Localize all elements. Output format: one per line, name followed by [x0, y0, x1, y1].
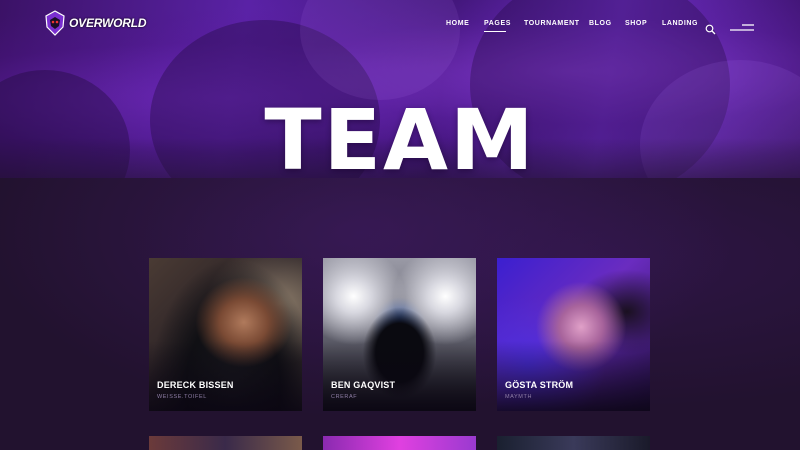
nav-pages[interactable]: PAGES [484, 20, 511, 27]
nav-blog[interactable]: BLOG [589, 20, 612, 27]
member-name: GÖSTA STRÖM [505, 380, 574, 390]
team-member-card-partial[interactable] [497, 436, 650, 450]
team-member-card-partial[interactable] [323, 436, 476, 450]
nav-home[interactable]: HOME [446, 20, 469, 27]
member-nickname: MAYMTH [505, 394, 533, 400]
logo-emblem-icon [44, 10, 66, 36]
logo-text: OVERWORLD [69, 16, 147, 30]
team-member-card-ben-gaqvist[interactable]: BEN GAQVIST CRERAF [323, 258, 476, 411]
nav-active-indicator [484, 31, 506, 32]
member-name: BEN GAQVIST [331, 380, 396, 390]
team-member-card-gosta-strom[interactable]: GÖSTA STRÖM MAYMTH [497, 258, 650, 411]
page-title: TEAM [264, 91, 536, 189]
member-nickname: WEISSE.TOIFEL [157, 394, 207, 400]
search-icon[interactable] [705, 20, 716, 35]
hamburger-menu-icon[interactable] [730, 20, 754, 32]
member-name: DERECK BISSEN [157, 380, 234, 390]
nav-shop[interactable]: SHOP [625, 20, 647, 27]
member-nickname: CRERAF [331, 394, 358, 400]
team-member-card-partial[interactable] [149, 436, 302, 450]
brand-logo[interactable]: OVERWORLD [44, 9, 147, 37]
nav-tournament[interactable]: TOURNAMENT [524, 20, 580, 27]
team-member-card-dereck-bissen[interactable]: DERECK BISSEN WEISSE.TOIFEL [149, 258, 302, 411]
nav-landing[interactable]: LANDING [662, 20, 698, 27]
